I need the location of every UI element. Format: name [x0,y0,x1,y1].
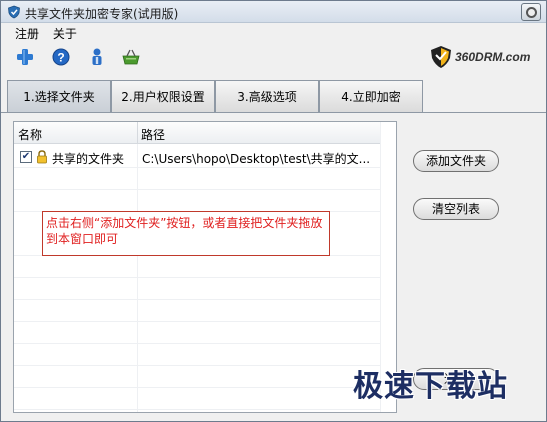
help-icon[interactable]: ? [51,47,71,67]
menu-bar: 注册 关于 [15,25,87,43]
row-checkbox[interactable]: ✔ [20,151,32,163]
table-row [14,256,380,278]
lock-icon [37,150,47,164]
tab-bar: 1.选择文件夹 2.用户权限设置 3.高级选项 4.立即加密 [7,80,423,113]
table-row [14,300,380,322]
basket-icon[interactable] [121,47,141,67]
tab-advanced-options[interactable]: 3.高级选项 [215,80,319,113]
watermark-text: 极速下载站 [353,369,508,404]
power-icon [526,7,537,18]
row-name: 共享的文件夹 [52,152,125,166]
table-row [14,278,380,300]
window-title: 共享文件夹加密专家(试用版) [25,7,179,21]
hint-text-box: 点击右侧“添加文件夹”按钮，或者直接把文件夹拖放到本窗口即可 [42,211,330,256]
table-row [14,322,380,344]
close-button[interactable] [521,3,541,21]
table-row [14,388,380,410]
tab-select-folder[interactable]: 1.选择文件夹 [7,80,111,113]
clear-list-button[interactable]: 清空列表 [413,198,499,220]
table-row [14,344,380,366]
table-row[interactable]: ✔ 共享的文件夹 C:\Users\hopo\Desktop\test\共享的文… [14,146,380,168]
column-name-header[interactable]: 名称 [18,126,42,143]
column-path-header[interactable]: 路径 [141,126,165,143]
tab-divider [1,112,546,113]
tab-encrypt-now[interactable]: 4.立即加密 [319,80,423,113]
title-bar[interactable]: 共享文件夹加密专家(试用版) [1,1,546,23]
add-folder-button[interactable]: 添加文件夹 [413,150,499,172]
shield-icon [8,5,20,19]
list-header: 名称 路径 [14,122,396,144]
menu-register[interactable]: 注册 [15,25,39,42]
app-window: 共享文件夹加密专家(试用版) 注册 关于 ? 360DRM.com 1.选择文件… [0,0,547,422]
brand-text: 360DRM.com [455,50,531,64]
menu-about[interactable]: 关于 [53,25,77,42]
row-path: C:\Users\hopo\Desktop\test\共享的文... [142,152,371,166]
table-row [14,190,380,212]
user-icon[interactable] [87,47,107,67]
table-row [14,366,380,388]
logo-shield-icon [431,46,451,68]
svg-text:?: ? [57,51,64,65]
column-separator[interactable] [137,122,138,144]
tab-user-permissions[interactable]: 2.用户权限设置 [111,80,215,113]
plus-icon[interactable] [15,47,35,67]
table-row [14,168,380,190]
folder-list[interactable]: 名称 路径 ✔ 共享的文件夹 C:\Users\hopo\Desktop\tes… [13,121,397,413]
